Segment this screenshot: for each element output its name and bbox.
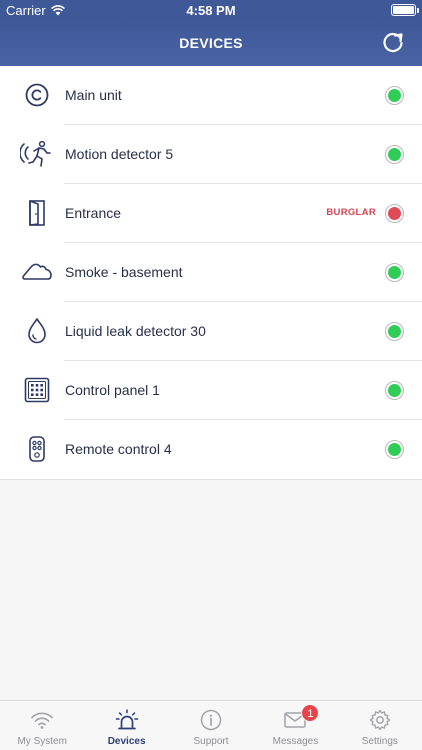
device-row-remote-control[interactable]: Remote control 4: [0, 420, 422, 479]
status-indicator: [385, 145, 404, 164]
tab-label: Devices: [107, 736, 146, 747]
status-indicator: [385, 86, 404, 105]
tab-label: Support: [193, 736, 229, 747]
tab-messages[interactable]: 1 Messages: [253, 701, 337, 750]
status-bar: Carrier 4:58 PM: [0, 0, 422, 20]
status-indicator: [385, 322, 404, 341]
tab-devices[interactable]: Devices: [84, 701, 168, 750]
tab-label: Settings: [361, 736, 398, 747]
tab-label: My System: [17, 736, 67, 747]
device-name: Smoke - basement: [65, 264, 183, 280]
tab-settings[interactable]: Settings: [338, 701, 422, 750]
tab-support[interactable]: Support: [169, 701, 253, 750]
tab-bar: My System Devices Support 1 Messages Set…: [0, 700, 422, 750]
device-name: Main unit: [65, 87, 122, 103]
device-alert-burglar: BURGLAR: [326, 207, 376, 218]
messages-badge: 1: [301, 704, 320, 722]
page-title: DEVICES: [179, 35, 243, 51]
tab-my-system[interactable]: My System: [0, 701, 84, 750]
device-name: Entrance: [65, 205, 122, 221]
device-name: Remote control 4: [65, 441, 172, 457]
status-time: 4:58 PM: [186, 3, 236, 18]
door-icon: [20, 196, 54, 230]
water-drop-icon: [20, 314, 54, 348]
device-name: Motion detector 5: [65, 146, 174, 162]
device-row-main-unit[interactable]: Main unit: [0, 66, 422, 125]
copyright-circle-icon: [20, 78, 54, 112]
battery-icon: [391, 4, 419, 16]
status-indicator: [385, 440, 404, 459]
motion-detector-icon: [20, 137, 54, 171]
device-list: Main unit Motion detector 5 Entrance BUR…: [0, 66, 422, 480]
siren-icon: [115, 709, 138, 730]
keypad-icon: [20, 373, 54, 407]
gear-icon: [369, 709, 391, 731]
device-row-control-panel[interactable]: Control panel 1: [0, 361, 422, 420]
device-row-smoke[interactable]: Smoke - basement: [0, 243, 422, 302]
status-indicator: [385, 381, 404, 400]
device-row-motion-detector[interactable]: Motion detector 5: [0, 125, 422, 184]
device-name: Liquid leak detector 30: [65, 323, 206, 339]
tab-label: Messages: [272, 736, 319, 747]
cloud-icon: [20, 255, 54, 289]
refresh-icon[interactable]: [380, 29, 406, 55]
status-indicator: [385, 263, 404, 282]
wifi-icon: [31, 712, 54, 729]
remote-icon: [20, 432, 54, 466]
device-name: Control panel 1: [65, 382, 160, 398]
nav-bar: DEVICES: [0, 20, 422, 66]
status-indicator: [385, 204, 404, 223]
device-row-liquid-leak[interactable]: Liquid leak detector 30: [0, 302, 422, 361]
info-icon: [200, 709, 222, 731]
device-row-entrance[interactable]: Entrance BURGLAR: [0, 184, 422, 243]
